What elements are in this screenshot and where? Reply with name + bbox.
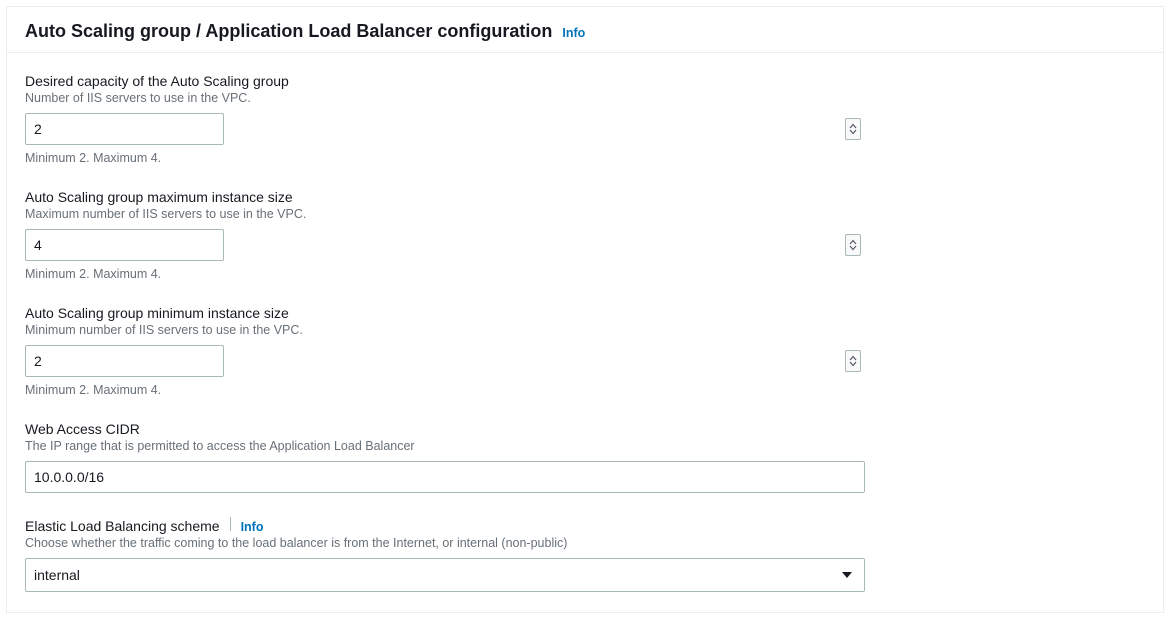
desired-capacity-label: Desired capacity of the Auto Scaling gro… (25, 73, 1145, 89)
chevron-down-icon (849, 129, 857, 135)
desired-capacity-constraint: Minimum 2. Maximum 4. (25, 151, 1145, 165)
max-instance-size-constraint: Minimum 2. Maximum 4. (25, 267, 1145, 281)
web-access-cidr-input[interactable] (25, 461, 865, 493)
min-instance-size-input[interactable] (25, 345, 224, 377)
desired-capacity-input-wrap (25, 113, 865, 145)
min-instance-size-input-wrap (25, 345, 865, 377)
max-instance-size-input-wrap (25, 229, 865, 261)
web-access-cidr-label: Web Access CIDR (25, 421, 1145, 437)
field-elb-scheme: Elastic Load Balancing scheme Info Choos… (25, 517, 1145, 592)
field-web-access-cidr: Web Access CIDR The IP range that is per… (25, 421, 1145, 493)
desired-capacity-input[interactable] (25, 113, 224, 145)
panel-body: Desired capacity of the Auto Scaling gro… (7, 53, 1163, 612)
max-instance-size-label: Auto Scaling group maximum instance size (25, 189, 1145, 205)
elb-scheme-select[interactable]: internal (25, 558, 865, 592)
desired-capacity-stepper[interactable] (845, 118, 861, 140)
field-max-instance-size: Auto Scaling group maximum instance size… (25, 189, 1145, 281)
field-desired-capacity: Desired capacity of the Auto Scaling gro… (25, 73, 1145, 165)
elb-scheme-selected-value: internal (34, 567, 80, 583)
panel-title: Auto Scaling group / Application Load Ba… (25, 21, 552, 42)
elb-scheme-info-link[interactable]: Info (241, 520, 264, 534)
web-access-cidr-description: The IP range that is permitted to access… (25, 439, 1145, 453)
web-access-cidr-input-wrap (25, 461, 865, 493)
max-instance-size-input[interactable] (25, 229, 224, 261)
min-instance-size-label: Auto Scaling group minimum instance size (25, 305, 1145, 321)
panel-info-link[interactable]: Info (562, 26, 585, 40)
elb-scheme-description: Choose whether the traffic coming to the… (25, 536, 1145, 550)
chevron-down-icon (849, 245, 857, 251)
elb-scheme-select-wrap: internal (25, 558, 865, 592)
elb-scheme-label: Elastic Load Balancing scheme (25, 518, 220, 534)
panel-header: Auto Scaling group / Application Load Ba… (7, 7, 1163, 53)
min-instance-size-constraint: Minimum 2. Maximum 4. (25, 383, 1145, 397)
max-instance-size-stepper[interactable] (845, 234, 861, 256)
field-min-instance-size: Auto Scaling group minimum instance size… (25, 305, 1145, 397)
label-info-separator (230, 517, 231, 531)
desired-capacity-description: Number of IIS servers to use in the VPC. (25, 91, 1145, 105)
max-instance-size-description: Maximum number of IIS servers to use in … (25, 207, 1145, 221)
min-instance-size-stepper[interactable] (845, 350, 861, 372)
min-instance-size-description: Minimum number of IIS servers to use in … (25, 323, 1145, 337)
chevron-down-icon (849, 361, 857, 367)
config-panel: Auto Scaling group / Application Load Ba… (6, 6, 1164, 613)
